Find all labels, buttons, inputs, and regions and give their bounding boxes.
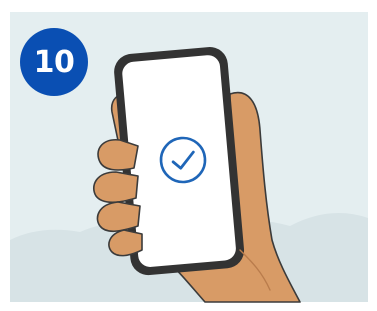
step-number-badge: 10 bbox=[20, 28, 88, 96]
step-number-text: 10 bbox=[33, 44, 75, 80]
finger-3 bbox=[96, 201, 141, 233]
illustration-card: 10 bbox=[0, 0, 377, 311]
finger-4 bbox=[108, 229, 143, 257]
finger-1 bbox=[97, 139, 139, 171]
finger-2 bbox=[92, 171, 139, 204]
